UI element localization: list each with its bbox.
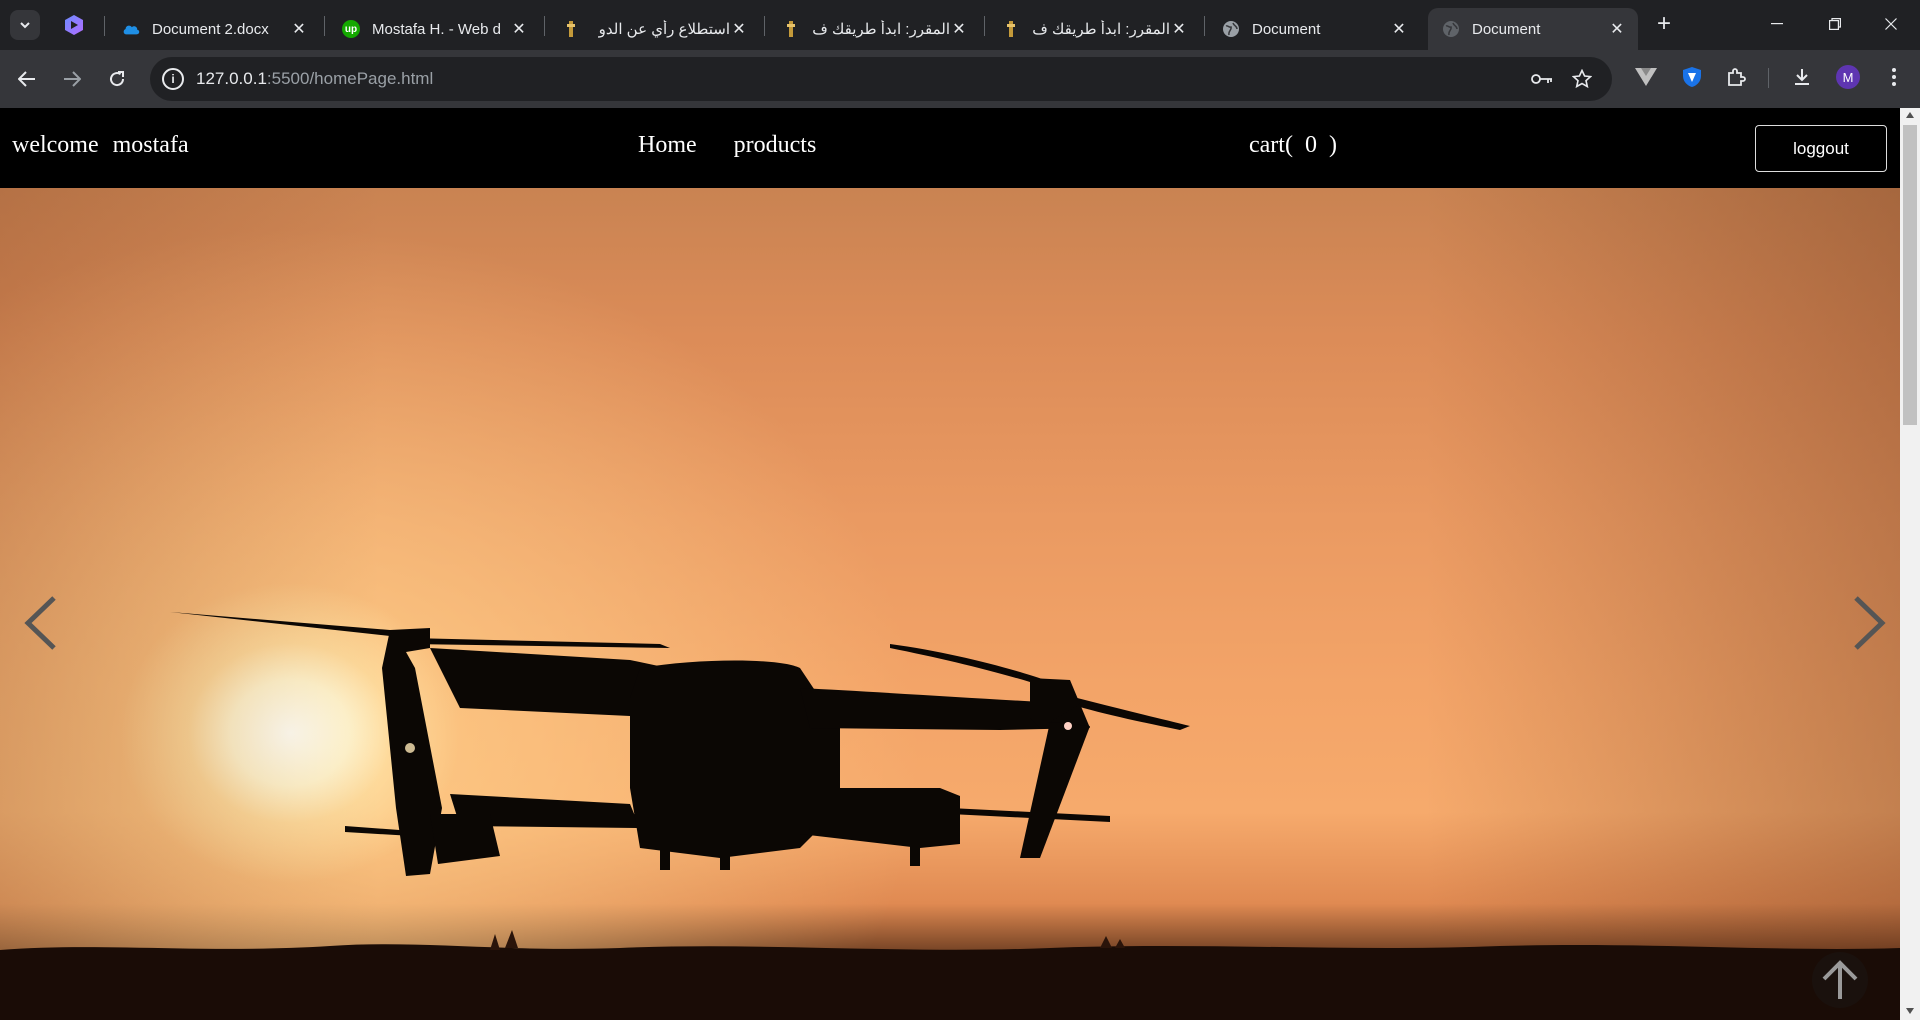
shield-icon[interactable] bbox=[1678, 63, 1706, 91]
url-host: 127.0.0.1 bbox=[196, 69, 267, 88]
reload-button[interactable] bbox=[102, 64, 132, 94]
scrollbar-thumb[interactable] bbox=[1903, 125, 1917, 425]
tab-close-icon[interactable]: ✕ bbox=[950, 19, 968, 39]
menu-kebab-icon[interactable] bbox=[1880, 63, 1908, 91]
reload-icon bbox=[110, 71, 125, 87]
url-path: :5500/homePage.html bbox=[266, 69, 434, 88]
tab-title: Document bbox=[1252, 20, 1321, 38]
copilot-icon[interactable] bbox=[62, 13, 86, 37]
carousel-prev-button[interactable] bbox=[16, 583, 66, 663]
tab-close-icon[interactable]: ✕ bbox=[1390, 19, 1408, 39]
cart-link[interactable]: cart( 0 ) bbox=[1249, 132, 1337, 159]
extensions-puzzle-icon[interactable] bbox=[1722, 63, 1750, 91]
tab-separator bbox=[764, 16, 765, 36]
tab-document-active[interactable]: Document ✕ bbox=[1428, 8, 1638, 50]
tab-document-docx[interactable]: Document 2.docx ✕ bbox=[108, 8, 320, 50]
globe-icon bbox=[1222, 20, 1240, 38]
arrow-up-icon bbox=[1822, 960, 1858, 999]
tab-course-1[interactable]: المقرر: ابدأ طريقك ف ✕ bbox=[768, 8, 980, 50]
minimize-icon bbox=[1771, 23, 1783, 25]
course-icon bbox=[1002, 20, 1020, 38]
close-window-button[interactable] bbox=[1862, 8, 1920, 40]
password-key-icon[interactable] bbox=[1530, 67, 1554, 91]
cart-label: cart( bbox=[1249, 132, 1293, 158]
globe-icon bbox=[1442, 20, 1460, 38]
minimize-button[interactable] bbox=[1748, 8, 1806, 40]
welcome-message: welcome mostafa bbox=[12, 132, 203, 159]
course-icon bbox=[562, 20, 580, 38]
tab-document[interactable]: Document ✕ bbox=[1208, 8, 1420, 50]
tab-separator bbox=[1204, 16, 1205, 36]
tab-title: استطلاع رأي عن الدو bbox=[598, 21, 730, 38]
chevron-left-icon bbox=[24, 596, 56, 650]
tab-separator bbox=[984, 16, 985, 36]
tab-close-icon[interactable]: ✕ bbox=[1608, 19, 1626, 39]
browser-tabstrip: Document 2.docx ✕ up Mostafa H. - Web d … bbox=[0, 0, 1920, 50]
tab-separator bbox=[104, 16, 105, 36]
close-icon bbox=[1885, 18, 1897, 30]
tab-search-button[interactable] bbox=[10, 10, 40, 40]
page-viewport: welcome mostafa Home products cart( 0 ) l… bbox=[0, 108, 1900, 1020]
scroll-down-icon[interactable] bbox=[1906, 1008, 1914, 1014]
nav-links: Home products bbox=[638, 132, 816, 159]
tab-close-icon[interactable]: ✕ bbox=[1170, 19, 1188, 39]
toolbar-divider bbox=[1768, 68, 1769, 88]
ground-silhouette bbox=[0, 930, 1900, 1020]
site-info-icon[interactable]: i bbox=[162, 68, 184, 90]
tab-title: Document bbox=[1472, 20, 1541, 38]
tab-close-icon[interactable]: ✕ bbox=[730, 19, 748, 39]
welcome-label: welcome bbox=[12, 132, 99, 158]
arrow-left-icon bbox=[18, 71, 35, 87]
cart-close-paren: ) bbox=[1328, 132, 1337, 158]
tab-title: المقرر: ابدأ طريقك ف bbox=[1032, 21, 1170, 38]
hero-carousel bbox=[0, 188, 1900, 1020]
back-button[interactable] bbox=[12, 64, 42, 94]
tab-separator bbox=[544, 16, 545, 36]
download-icon[interactable] bbox=[1788, 63, 1816, 91]
onedrive-icon bbox=[122, 20, 140, 38]
tab-survey[interactable]: استطلاع رأي عن الدو ✕ bbox=[548, 8, 760, 50]
chevron-right-icon bbox=[1854, 596, 1886, 650]
cart-count: 0 bbox=[1304, 132, 1317, 158]
site-navbar: welcome mostafa Home products cart( 0 ) l… bbox=[0, 108, 1900, 188]
nav-products-link[interactable]: products bbox=[734, 132, 817, 159]
profile-avatar[interactable]: M bbox=[1836, 65, 1860, 89]
vue-devtools-icon[interactable] bbox=[1632, 63, 1660, 91]
tab-separator bbox=[324, 16, 325, 36]
scroll-up-icon[interactable] bbox=[1906, 112, 1914, 118]
tab-title: Document 2.docx bbox=[152, 20, 269, 38]
carousel-next-button[interactable] bbox=[1844, 583, 1894, 663]
drone-image bbox=[170, 612, 1190, 876]
restore-icon bbox=[1829, 18, 1841, 30]
url-text[interactable]: 127.0.0.1:5500/homePage.html bbox=[196, 69, 433, 89]
new-tab-button[interactable]: + bbox=[1650, 10, 1678, 38]
tab-title: المقرر: ابدأ طريقك ف bbox=[812, 21, 950, 38]
tab-upwork[interactable]: up Mostafa H. - Web d ✕ bbox=[328, 8, 540, 50]
restore-button[interactable] bbox=[1806, 8, 1864, 40]
tab-title: Mostafa H. - Web d bbox=[372, 20, 501, 38]
course-icon bbox=[782, 20, 800, 38]
tab-close-icon[interactable]: ✕ bbox=[290, 19, 308, 39]
back-to-top-button[interactable] bbox=[1812, 952, 1868, 1008]
bookmark-star-icon[interactable] bbox=[1570, 67, 1594, 91]
logout-button[interactable]: loggout bbox=[1755, 125, 1887, 172]
tab-course-2[interactable]: المقرر: ابدأ طريقك ف ✕ bbox=[988, 8, 1200, 50]
username: mostafa bbox=[112, 132, 189, 158]
chevron-down-icon bbox=[20, 22, 30, 29]
upwork-icon: up bbox=[342, 20, 360, 38]
nav-home-link[interactable]: Home bbox=[638, 132, 697, 159]
tab-close-icon[interactable]: ✕ bbox=[510, 19, 528, 39]
page-scrollbar[interactable] bbox=[1900, 108, 1920, 1020]
forward-button[interactable] bbox=[57, 64, 87, 94]
arrow-right-icon bbox=[64, 71, 81, 87]
address-bar[interactable]: i 127.0.0.1:5500/homePage.html bbox=[150, 57, 1612, 101]
